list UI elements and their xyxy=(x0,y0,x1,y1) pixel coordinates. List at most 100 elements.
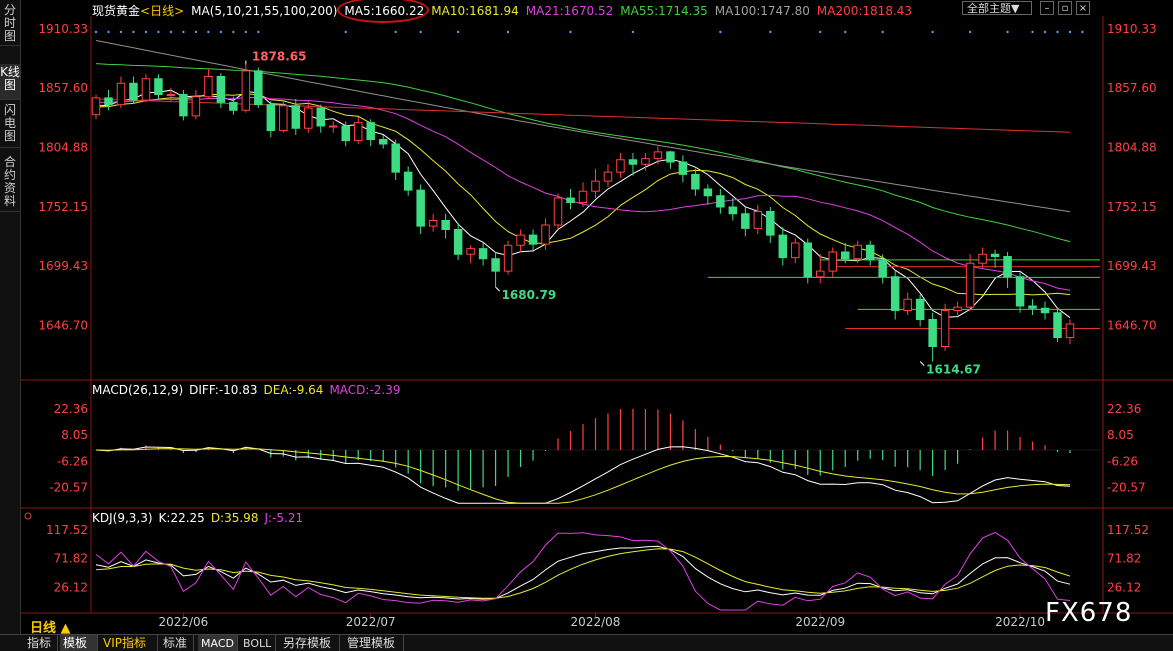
candle-body[interactable] xyxy=(840,251,850,260)
candle-body[interactable] xyxy=(678,161,688,175)
candle-body[interactable] xyxy=(753,211,763,229)
candle-body[interactable] xyxy=(116,82,126,106)
candle-body[interactable] xyxy=(254,70,263,106)
close-icon[interactable]: × xyxy=(1076,1,1090,15)
candle-body[interactable] xyxy=(603,171,613,182)
sidebar-item-contract-info[interactable]: 合约资料 xyxy=(0,154,20,212)
candle-body[interactable] xyxy=(865,244,875,261)
symbol-name[interactable]: 现货黄金 xyxy=(92,4,140,18)
candle-body[interactable] xyxy=(478,248,488,260)
candle-body[interactable] xyxy=(104,97,113,106)
tab-manage-template[interactable]: 管理模板 xyxy=(344,635,404,651)
candle-body[interactable] xyxy=(391,143,400,173)
candle-body[interactable] xyxy=(953,306,962,311)
candle-body[interactable] xyxy=(1015,276,1025,307)
candle-body[interactable] xyxy=(553,197,563,226)
tab-indicator[interactable]: 指标 xyxy=(24,635,58,651)
candle-body[interactable] xyxy=(816,270,825,278)
candle-body[interactable] xyxy=(191,96,201,117)
candle-body[interactable] xyxy=(741,213,750,229)
candle-body[interactable] xyxy=(853,244,862,260)
theme-dropdown-button[interactable]: 全部主题▼ xyxy=(962,1,1032,15)
candle-body[interactable] xyxy=(1028,305,1037,309)
candle-body[interactable] xyxy=(691,173,700,190)
candle-body[interactable] xyxy=(453,229,463,255)
chart-canvas[interactable]: 1910.33 1910.33 1857.60 1857.60 1804.88 1804.… xyxy=(0,0,1173,651)
candle-body[interactable] xyxy=(291,105,301,129)
candle-body[interactable] xyxy=(428,220,438,227)
candle-body[interactable] xyxy=(716,195,725,208)
candle-body[interactable] xyxy=(990,253,1000,257)
candle-body[interactable] xyxy=(940,310,950,347)
candle-body[interactable] xyxy=(728,206,738,215)
candle-body[interactable] xyxy=(890,276,900,311)
tab-save-template[interactable]: 另存模板 xyxy=(280,635,340,651)
candle-body[interactable] xyxy=(216,76,226,103)
candle-body[interactable] xyxy=(978,253,987,264)
candle-body[interactable] xyxy=(566,197,575,203)
candle-body[interactable] xyxy=(329,125,338,128)
candle-body[interactable] xyxy=(878,259,887,278)
candle-body[interactable] xyxy=(503,244,513,272)
candle-body[interactable] xyxy=(578,190,588,203)
candle-body[interactable] xyxy=(353,122,363,142)
kdj-title[interactable]: KDJ(9,3,3) xyxy=(92,511,153,525)
candle-body[interactable] xyxy=(241,70,251,111)
tab-standard[interactable]: 标准 xyxy=(160,635,194,651)
candle-body[interactable] xyxy=(828,251,837,272)
candle-body[interactable] xyxy=(641,158,650,165)
candle-body[interactable] xyxy=(541,224,550,245)
sidebar-item-kline[interactable]: K线图 xyxy=(0,64,20,100)
candle-body[interactable] xyxy=(1053,312,1062,338)
candle-body[interactable] xyxy=(528,234,538,245)
candle-body[interactable] xyxy=(141,78,151,101)
candle-body[interactable] xyxy=(628,159,638,165)
candle-body[interactable] xyxy=(965,262,975,308)
kdj-settings-icon[interactable] xyxy=(24,512,32,520)
tab-vip-indicator[interactable]: VIP指标 xyxy=(100,635,158,651)
candle-body[interactable] xyxy=(491,258,500,272)
candle-body[interactable] xyxy=(316,107,326,127)
candle-body[interactable] xyxy=(591,180,600,192)
candle-body[interactable] xyxy=(915,298,925,320)
sidebar-item-timeshare[interactable]: 分时图 xyxy=(0,2,20,46)
candle-body[interactable] xyxy=(91,97,101,116)
candle-body[interactable] xyxy=(803,242,813,278)
candle-body[interactable] xyxy=(1003,256,1012,278)
macd-title[interactable]: MACD(26,12,9) xyxy=(92,383,183,397)
period-label[interactable]: <日线> xyxy=(140,4,184,18)
candle-body[interactable] xyxy=(204,76,213,98)
candle-body[interactable] xyxy=(1040,307,1050,314)
candle-body[interactable] xyxy=(266,104,276,131)
candle-body[interactable] xyxy=(304,107,313,129)
candle-body[interactable] xyxy=(616,159,625,173)
candle-body[interactable] xyxy=(341,125,350,142)
candle-body[interactable] xyxy=(378,139,388,145)
candle-body[interactable] xyxy=(166,94,176,96)
candle-body[interactable] xyxy=(466,248,475,255)
candle-body[interactable] xyxy=(1065,323,1075,338)
candle-body[interactable] xyxy=(441,220,450,230)
candle-body[interactable] xyxy=(703,188,713,197)
candle-body[interactable] xyxy=(778,234,788,259)
candle-body[interactable] xyxy=(791,242,800,259)
candle-body[interactable] xyxy=(229,101,238,111)
tab-boll[interactable]: BOLL xyxy=(240,635,276,651)
restore-icon[interactable]: ▫ xyxy=(1058,1,1072,15)
candle-body[interactable] xyxy=(928,319,937,347)
candle-body[interactable] xyxy=(279,105,288,131)
candle-body[interactable] xyxy=(179,94,188,117)
candle-body[interactable] xyxy=(129,82,138,101)
candle-body[interactable] xyxy=(653,151,663,160)
candle-body[interactable] xyxy=(666,151,675,163)
tab-template[interactable]: 模板 xyxy=(60,635,98,651)
candle-body[interactable] xyxy=(516,234,525,246)
candle-body[interactable] xyxy=(403,171,413,191)
sidebar-item-flash[interactable]: 闪电图 xyxy=(0,102,20,148)
candle-body[interactable] xyxy=(366,122,375,140)
tab-macd[interactable]: MACD xyxy=(198,635,238,651)
candle-body[interactable] xyxy=(903,298,912,311)
candle-body[interactable] xyxy=(416,189,425,227)
minus-icon[interactable]: – xyxy=(1040,1,1054,15)
candle-body[interactable] xyxy=(154,78,163,95)
